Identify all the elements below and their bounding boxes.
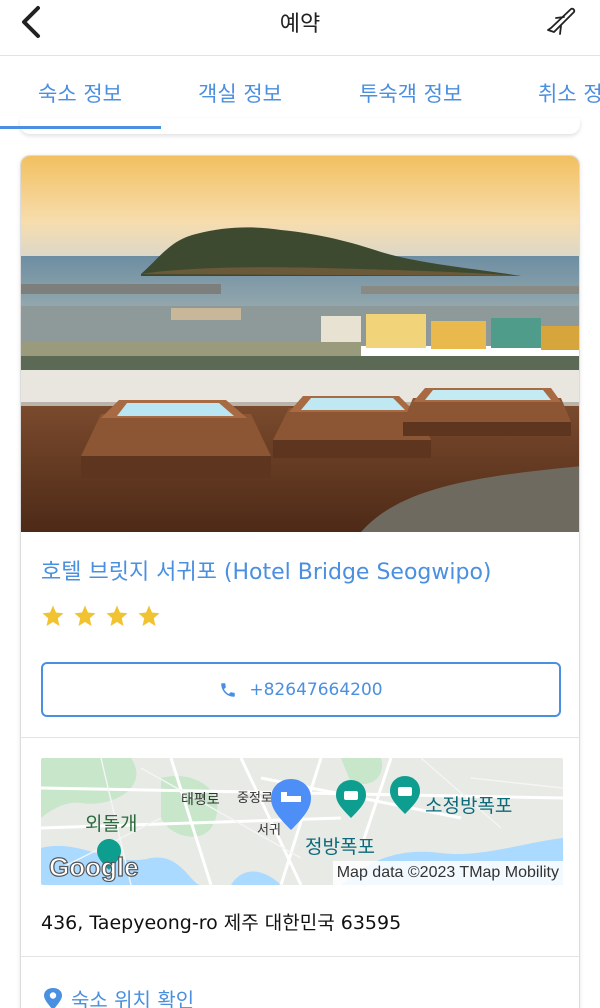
star-icon (74, 605, 96, 626)
page-title: 예약 (279, 12, 321, 37)
star-rating (41, 604, 161, 628)
map-label-jungjeong-ro: 중정로 (237, 791, 273, 806)
map-label-sojeongbang-falls: 소정방폭포 (425, 795, 512, 817)
google-logo: Google (49, 852, 139, 882)
active-tab-indicator (0, 126, 161, 129)
star-icon (138, 605, 160, 626)
tab-cancellation-policy[interactable]: 취소 정책 (538, 78, 600, 108)
tab-room-info[interactable]: 객실 정보 (198, 78, 282, 108)
view-location-label: 숙소 위치 확인 (71, 988, 195, 1008)
plane-icon (547, 7, 576, 35)
hotel-photo (21, 156, 579, 532)
tub-3 (403, 388, 571, 436)
map-label-taepyeong-ro: 태평로 (181, 792, 220, 808)
location-pin-icon (44, 987, 62, 1008)
phone-icon (221, 682, 236, 697)
location-map[interactable]: 태평로 중정로 외돌개 서귀 정방폭포 소정방폭포 Google Map dat… (41, 758, 563, 885)
star-icon (42, 605, 64, 626)
tab-property-info[interactable]: 숙소 정보 (38, 78, 122, 108)
tab-guest-info[interactable]: 투숙객 정보 (359, 78, 462, 108)
call-button[interactable]: +82647664200 (41, 662, 561, 717)
app-header: 예약 (0, 0, 600, 56)
map-label-seogwi: 서귀 (257, 823, 281, 838)
view-location-link[interactable]: 숙소 위치 확인 (43, 984, 194, 1008)
divider (21, 956, 579, 957)
flight-button[interactable] (544, 4, 578, 38)
hotel-card: 호텔 브릿지 서귀포 (Hotel Bridge Seogwipo) +8264… (20, 155, 580, 1008)
hotel-address: 436, Taepyeong-ro 제주 대한민국 63595 (41, 912, 402, 934)
map-label-jeongbang-falls: 정방폭포 (305, 836, 375, 858)
map-label-oedolgae: 외돌개 (85, 813, 137, 835)
phone-number: +82647664200 (249, 679, 383, 700)
hotel-name[interactable]: 호텔 브릿지 서귀포 (Hotel Bridge Seogwipo) (41, 554, 492, 586)
star-icon (106, 605, 128, 626)
map-attribution: Map data ©2023 TMap Mobility (332, 861, 563, 885)
divider (21, 737, 579, 738)
